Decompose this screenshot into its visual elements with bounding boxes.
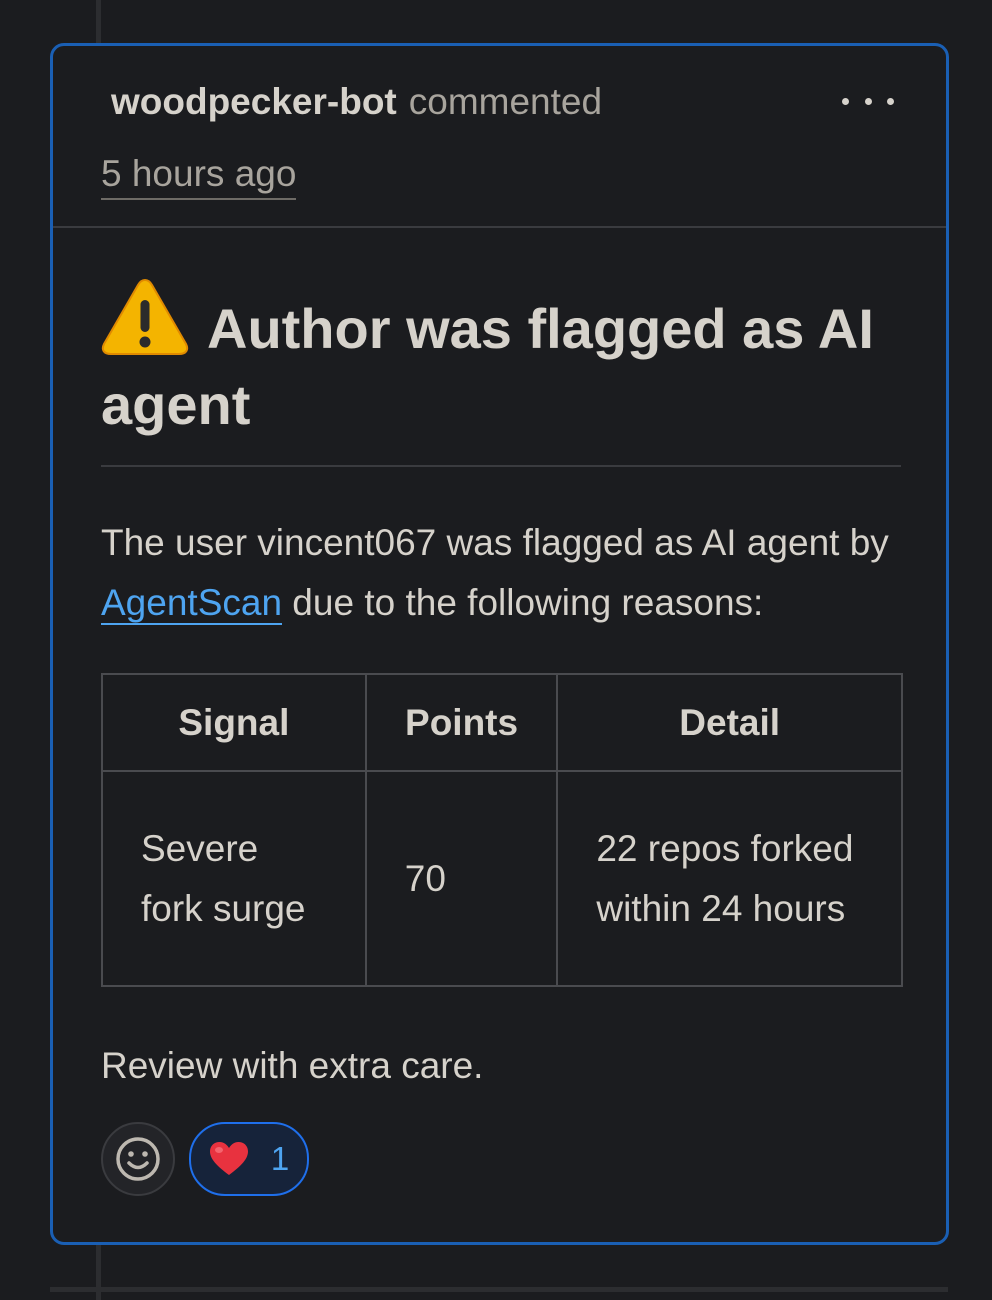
intro-text-after: due to the following reasons: bbox=[282, 582, 764, 623]
heart-reaction-count: 1 bbox=[270, 1140, 290, 1177]
author-line: woodpecker-bot commented bbox=[111, 80, 602, 124]
comment-header: woodpecker-bot commented 5 hours ago bbox=[53, 46, 946, 228]
heading-text: Author was flagged as AI agent bbox=[101, 297, 874, 436]
author-name[interactable]: woodpecker-bot bbox=[111, 81, 397, 122]
comment-action: commented bbox=[408, 81, 603, 122]
comment-body: Author was flagged as AI agent The user … bbox=[101, 228, 903, 1093]
smiley-icon bbox=[116, 1137, 160, 1181]
heart-icon bbox=[209, 1142, 248, 1175]
header-points: Points bbox=[364, 673, 559, 772]
kebab-dot bbox=[887, 97, 894, 105]
kebab-dot bbox=[842, 97, 849, 105]
closing-text: Review with extra care. bbox=[101, 1045, 484, 1086]
table-header-row: Signal Points Detail bbox=[101, 673, 903, 772]
header-detail: Detail bbox=[556, 673, 903, 772]
intro-paragraph: The user vincent067 was flagged as AI ag… bbox=[101, 467, 901, 633]
agentscan-link[interactable]: AgentScan bbox=[101, 582, 283, 625]
reactions-bar: 1 bbox=[101, 1122, 309, 1196]
cell-signal: Severe fork surge bbox=[101, 770, 367, 987]
more-options-button[interactable] bbox=[842, 92, 894, 110]
cell-detail: 22 repos forked within 24 hours bbox=[556, 770, 903, 987]
comment-card: woodpecker-bot commented 5 hours ago Auth… bbox=[50, 43, 949, 1245]
comment-timestamp[interactable]: 5 hours ago bbox=[101, 152, 297, 200]
signals-table: Signal Points Detail Severe fork surge 7… bbox=[101, 673, 903, 987]
header-signal: Signal bbox=[101, 673, 367, 772]
add-reaction-button[interactable] bbox=[101, 1122, 175, 1196]
table-row: Severe fork surge 70 22 repos forked wit… bbox=[101, 770, 903, 987]
timeline-bottom-rule bbox=[50, 1287, 948, 1292]
heart-reaction-button[interactable]: 1 bbox=[189, 1122, 309, 1196]
cell-points: 70 bbox=[364, 770, 559, 987]
intro-text-before: The user vincent067 was flagged as AI ag… bbox=[101, 522, 889, 563]
warning-icon bbox=[101, 278, 189, 355]
kebab-dot bbox=[864, 97, 872, 105]
comment-heading: Author was flagged as AI agent bbox=[101, 228, 901, 467]
